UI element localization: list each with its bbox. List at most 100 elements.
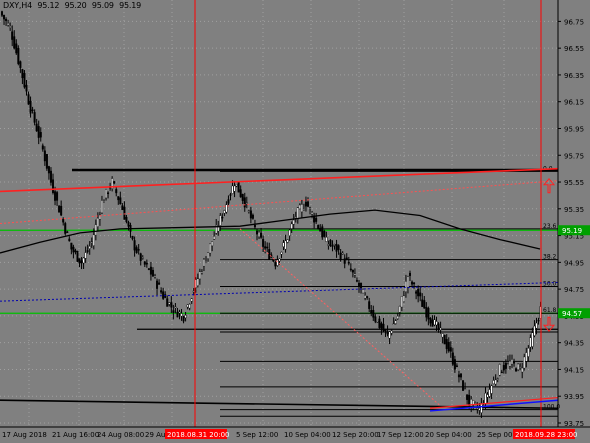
candle-body — [192, 290, 195, 293]
candle-body — [204, 261, 207, 263]
candle-body — [143, 261, 146, 265]
price-chart[interactable]: 0.023.638.250.061.8100.0 96.7596.5596.35… — [0, 0, 590, 443]
fibo-level-label: 23.6 — [543, 223, 557, 230]
price-label: 93.95 — [564, 393, 584, 401]
candle-body — [474, 402, 477, 404]
chart-header: DXY,H4 95.12 95.20 95.09 95.19 — [3, 1, 144, 10]
candle-body — [341, 252, 344, 255]
candle-body — [409, 272, 412, 276]
candle-body — [213, 236, 216, 240]
candle-body — [262, 239, 265, 247]
price-label: 95.75 — [564, 152, 584, 160]
candle-body — [380, 323, 383, 329]
candle-body — [453, 359, 456, 370]
candle-body — [172, 310, 175, 313]
candle-body — [500, 371, 503, 374]
candle-body — [9, 26, 12, 28]
time-label: 21 Aug 16:00 — [52, 431, 99, 439]
candle-body — [304, 201, 307, 207]
candle-body — [386, 331, 389, 335]
candle-body — [196, 278, 199, 286]
candle-body — [370, 309, 373, 314]
candle-body — [457, 374, 460, 378]
candle-body — [378, 318, 381, 328]
green-price-label: 95.19 — [562, 227, 582, 235]
candle-body — [280, 251, 283, 255]
candle-body — [278, 258, 281, 262]
candle-body — [60, 205, 63, 216]
candle-body — [15, 43, 18, 54]
candle-body — [182, 316, 185, 322]
candle-body — [141, 257, 144, 259]
candle-body — [92, 234, 95, 246]
candle-body — [502, 365, 505, 371]
candle-body — [47, 166, 50, 174]
candle-body — [451, 352, 454, 365]
candle-body — [443, 335, 446, 345]
price-label: 96.35 — [564, 72, 584, 80]
candle-body — [39, 132, 42, 138]
low-value: 95.09 — [91, 1, 114, 10]
candle-body — [11, 31, 14, 40]
candle-body — [253, 224, 256, 228]
candle-body — [219, 215, 222, 226]
candle-body — [107, 192, 110, 195]
candle-body — [227, 199, 230, 204]
candle-body — [119, 197, 122, 205]
candle-body — [260, 232, 263, 238]
candle-body — [256, 230, 259, 235]
candle-body — [241, 194, 244, 201]
candle-body — [358, 282, 361, 287]
price-label: 96.15 — [564, 99, 584, 107]
candle-body — [537, 319, 540, 322]
candle-body — [335, 243, 338, 252]
candle-body — [3, 14, 6, 20]
candle-body — [531, 332, 534, 347]
candle-body — [533, 325, 536, 336]
candle-body — [184, 315, 187, 319]
candle-body — [523, 356, 526, 369]
candle-body — [333, 244, 336, 246]
candle-body — [466, 394, 469, 400]
fibo-level-label: 38.2 — [543, 254, 557, 261]
candle-body — [494, 379, 497, 385]
candle-body — [137, 249, 140, 251]
candle-body — [384, 329, 387, 332]
candle-body — [123, 206, 126, 220]
candle-body — [529, 337, 532, 348]
candle-body — [90, 241, 93, 243]
candle-body — [402, 295, 405, 302]
candle-body — [421, 299, 424, 307]
candle-body — [525, 352, 528, 362]
candle-body — [125, 217, 128, 222]
candle-body — [113, 181, 116, 184]
candle-body — [302, 208, 305, 211]
candle-body — [135, 247, 138, 253]
candle-body — [292, 219, 295, 225]
candle-body — [7, 22, 10, 26]
candle-body — [376, 321, 379, 323]
candle-body — [315, 217, 318, 222]
candle-body — [188, 304, 191, 309]
candle-body — [396, 315, 399, 319]
candle-body — [349, 268, 352, 271]
price-label: 94.15 — [564, 366, 584, 374]
time-label: 12 Sep 20:00 — [332, 431, 379, 439]
candle-body — [462, 380, 465, 391]
time-label: 10 Sep 04:00 — [284, 431, 331, 439]
candle-body — [317, 225, 320, 229]
candle-body — [504, 363, 507, 369]
candle-body — [139, 253, 142, 261]
price-label: 96.55 — [564, 45, 584, 53]
candle-body — [366, 296, 369, 298]
candle-body — [35, 123, 38, 132]
candle-body — [233, 185, 236, 192]
candle-body — [41, 145, 44, 150]
candle-body — [117, 196, 120, 201]
candle-body — [419, 292, 422, 297]
candle-body — [390, 330, 393, 334]
candle-body — [121, 205, 124, 211]
candle-body — [207, 252, 210, 259]
candle-body — [94, 224, 97, 236]
candle-body — [166, 298, 169, 307]
